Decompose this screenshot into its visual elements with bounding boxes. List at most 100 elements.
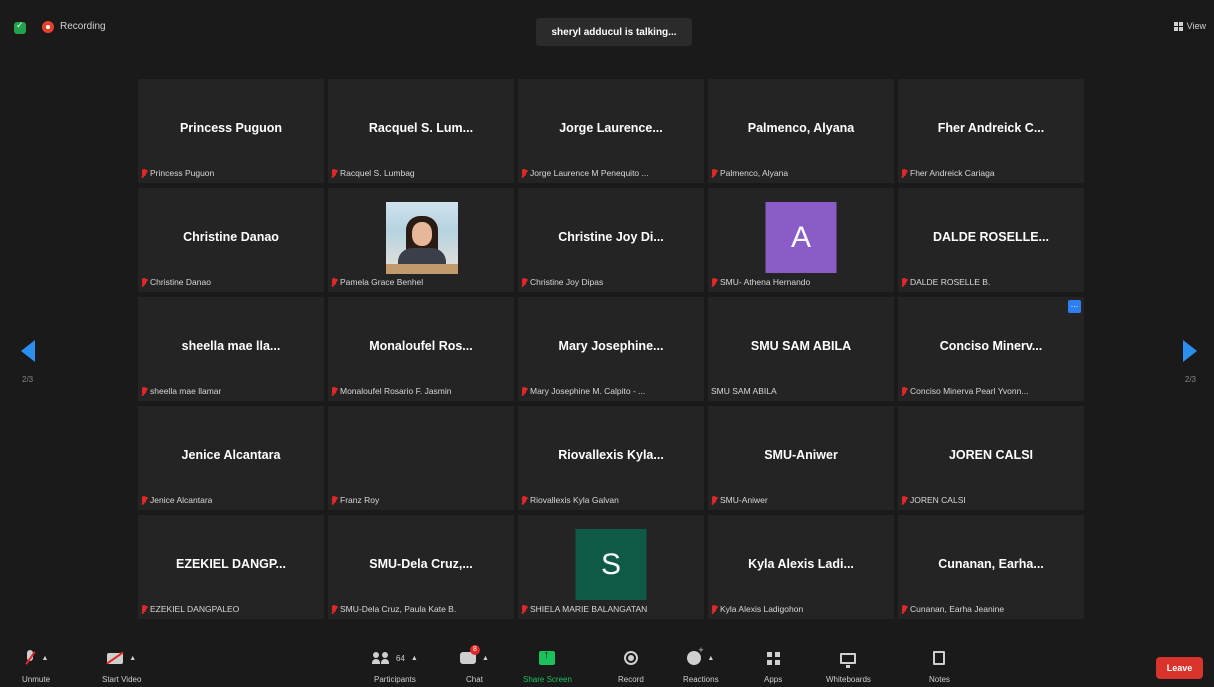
notes-icon — [933, 651, 946, 665]
microphone-muted-icon — [901, 604, 907, 614]
participant-tile[interactable]: SMU-Aniwer SMU-Aniwer — [708, 406, 894, 510]
participant-tile[interactable]: Racquel S. Lum... Racquel S. Lumbag — [328, 79, 514, 183]
participant-tile[interactable]: JOREN CALSI JOREN CALSI — [898, 406, 1084, 510]
start-video-label: Start Video — [102, 675, 142, 684]
participant-display-name: EZEKIEL DANGP... — [176, 557, 286, 571]
participant-name-text: Christine Joy Dipas — [530, 277, 604, 287]
participant-display-name: Kyla Alexis Ladi... — [748, 557, 854, 571]
microphone-muted-icon — [521, 168, 527, 178]
participants-icon — [372, 652, 390, 664]
participant-name-text: SMU SAM ABILA — [711, 386, 777, 396]
microphone-muted-icon — [711, 277, 717, 287]
leave-button[interactable]: Leave — [1156, 657, 1203, 679]
chevron-up-icon[interactable]: ▲ — [482, 655, 489, 662]
participant-name-text: Cunanan, Earha Jeanine — [910, 604, 1005, 614]
more-options-icon[interactable]: … — [1068, 300, 1081, 313]
participant-tile[interactable]: sheella mae lla... sheella mae llamar — [138, 297, 324, 401]
unmute-button[interactable]: ▲ Unmute — [22, 647, 50, 684]
participant-name-label: Kyla Alexis Ladigohon — [711, 604, 803, 614]
participant-display-name: DALDE ROSELLE... — [933, 230, 1049, 244]
participant-name-label: Franz Roy — [331, 495, 379, 505]
participant-name-label: Fher Andreick Cariaga — [901, 168, 995, 178]
participant-name-text: Jorge Laurence M Penequito ... — [530, 168, 649, 178]
chevron-up-icon[interactable]: ▲ — [42, 655, 49, 662]
participant-name-label: Christine Danao — [141, 277, 211, 287]
participant-name-text: Fher Andreick Cariaga — [910, 168, 995, 178]
reactions-button[interactable]: ▲ Reactions — [683, 645, 719, 684]
previous-page-arrow-icon[interactable] — [21, 340, 35, 362]
participant-name-text: Franz Roy — [340, 495, 380, 505]
microphone-muted-icon — [331, 386, 337, 396]
participant-tile[interactable]: Fher Andreick C... Fher Andreick Cariaga — [898, 79, 1084, 183]
whiteboards-button[interactable]: Whiteboards — [826, 647, 871, 684]
participant-tile[interactable]: Christine Joy Di... Christine Joy Dipas — [518, 188, 704, 292]
chevron-up-icon[interactable]: ▲ — [411, 655, 418, 662]
microphone-muted-icon — [331, 168, 337, 178]
participant-tile[interactable]: Monaloufel Ros... Monaloufel Rosario F. J… — [328, 297, 514, 401]
participant-tile[interactable]: Princess Puguon Princess Puguon — [138, 79, 324, 183]
participant-tile[interactable]: Franz Roy — [328, 406, 514, 510]
security-shield-icon[interactable] — [14, 20, 26, 34]
notes-button[interactable]: Notes — [929, 647, 950, 684]
participants-button[interactable]: 64 ▲ Participants — [372, 647, 418, 684]
participant-tile[interactable]: Christine Danao Christine Danao — [138, 188, 324, 292]
participant-avatar: A — [765, 202, 837, 273]
participant-tile[interactable]: DALDE ROSELLE... DALDE ROSELLE B. — [898, 188, 1084, 292]
record-button[interactable]: Record — [618, 647, 644, 684]
microphone-muted-icon — [141, 604, 147, 614]
next-page-arrow-icon[interactable] — [1183, 340, 1197, 362]
participant-name-label: Racquel S. Lumbag — [331, 168, 415, 178]
microphone-muted-icon — [331, 604, 337, 614]
apps-button[interactable]: Apps — [764, 647, 782, 684]
chat-button[interactable]: 8 ▲ Chat — [460, 645, 489, 684]
view-button[interactable]: View — [1173, 21, 1206, 31]
participant-tile[interactable]: EZEKIEL DANGP... EZEKIEL DANGPALEO — [138, 515, 324, 619]
participant-name-text: Monaloufel Rosario F. Jasmin — [340, 386, 452, 396]
start-video-button[interactable]: ▲ Start Video — [102, 647, 141, 684]
participant-name-label: EZEKIEL DANGPALEO — [141, 604, 239, 614]
participant-name-label: SMU-Dela Cruz, Paula Kate B. — [331, 604, 456, 614]
participant-display-name: SMU SAM ABILA — [750, 339, 852, 353]
participant-tile[interactable]: Kyla Alexis Ladi... Kyla Alexis Ladigohon — [708, 515, 894, 619]
view-label: View — [1186, 21, 1206, 31]
reactions-label: Reactions — [683, 675, 719, 684]
participant-display-name: Fher Andreick C... — [937, 121, 1045, 135]
participant-name-text: JOREN CALSI — [910, 495, 966, 505]
participant-name-label: DALDE ROSELLE B. — [901, 277, 990, 287]
participant-name-label: Monaloufel Rosario F. Jasmin — [331, 386, 452, 396]
participant-tile[interactable]: Pamela Grace Benhel — [328, 188, 514, 292]
camera-off-icon — [107, 652, 124, 664]
participant-tile[interactable]: Jenice Alcantara Jenice Alcantara — [138, 406, 324, 510]
participant-name-text: Riovallexis Kyla Galvan — [530, 495, 619, 505]
participant-name-text: Christine Danao — [150, 277, 211, 287]
participant-tile[interactable]: Mary Josephine... Mary Josephine M. Calpi… — [518, 297, 704, 401]
microphone-muted-icon — [141, 386, 147, 396]
participant-display-name: Conciso Minerv... — [939, 339, 1043, 353]
participant-name-text: Princess Puguon — [150, 168, 215, 178]
share-screen-button[interactable]: Share Screen — [523, 647, 572, 684]
participant-tile[interactable]: A SMU- Athena Hernando — [708, 188, 894, 292]
participant-tile[interactable]: Cunanan, Earha... Cunanan, Earha Jeanine — [898, 515, 1084, 619]
participant-tile[interactable]: Jorge Laurence... Jorge Laurence M Penequ… — [518, 79, 704, 183]
participant-name-text: EZEKIEL DANGPALEO — [150, 604, 240, 614]
page-indicator-right: 2/3 — [1184, 375, 1196, 384]
participant-tile[interactable]: SMU SAM ABILA SMU SAM ABILA — [708, 297, 894, 401]
participant-tile[interactable]: SMU-Dela Cruz,... SMU-Dela Cruz, Paula Ka… — [328, 515, 514, 619]
participant-tile[interactable]: Riovallexis Kyla... Riovallexis Kyla Galv… — [518, 406, 704, 510]
participant-tile[interactable]: S SHIELA MARIE BALANGATAN — [518, 515, 704, 619]
participant-display-name: Riovallexis Kyla... — [558, 448, 664, 462]
microphone-muted-icon — [901, 495, 907, 505]
chat-icon: 8 — [460, 645, 480, 664]
chevron-up-icon[interactable]: ▲ — [707, 655, 714, 662]
participant-name-label: Cunanan, Earha Jeanine — [901, 604, 1004, 614]
participant-display-name: Monaloufel Ros... — [369, 339, 473, 353]
participant-avatar: S — [575, 529, 647, 600]
participant-name-label: Conciso Minerva Pearl Yvonn... — [901, 386, 1028, 396]
participant-display-name: Christine Joy Di... — [558, 230, 664, 244]
share-screen-icon — [539, 649, 556, 665]
participant-tile[interactable]: Palmenco, Alyana Palmenco, Alyana — [708, 79, 894, 183]
chevron-up-icon[interactable]: ▲ — [129, 655, 136, 662]
reactions-icon — [687, 645, 704, 665]
participant-name-text: Kyla Alexis Ladigohon — [720, 604, 804, 614]
participant-tile[interactable]: Conciso Minerv... … Conciso Minerva Pearl … — [898, 297, 1084, 401]
